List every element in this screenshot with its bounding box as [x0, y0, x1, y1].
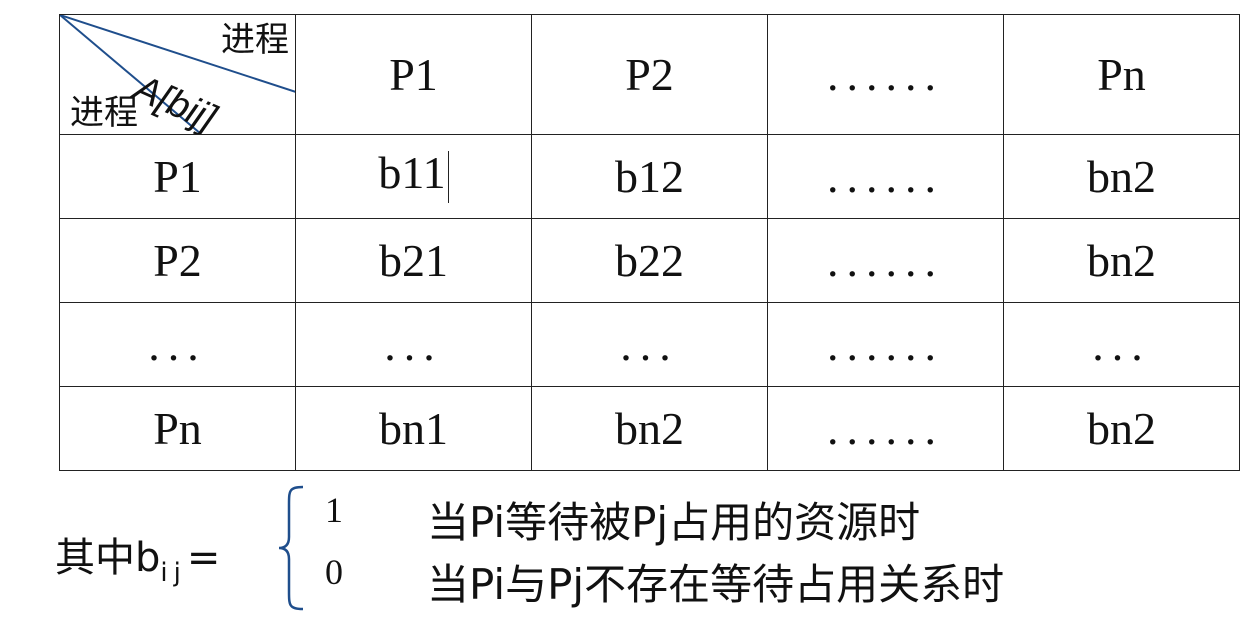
matrix-cell: ......	[767, 134, 1004, 219]
row-header-p1: P1	[59, 134, 296, 219]
text-cursor	[447, 151, 449, 204]
definition-lead: 其中b	[55, 535, 161, 581]
matrix-cell: bn2	[1003, 386, 1240, 471]
matrix-cell: ......	[767, 218, 1004, 303]
matrix-header-row: 进程 A[bij] 进程 P1 P2 ...... Pn	[59, 14, 1240, 135]
matrix-cell: bn2	[531, 386, 768, 471]
matrix-cell: b21	[295, 218, 532, 303]
left-brace-icon	[278, 485, 304, 611]
column-header-p2: P2	[531, 14, 768, 135]
corner-cell: 进程 A[bij] 进程	[59, 14, 296, 135]
case-value-one: 1	[325, 490, 343, 530]
row-header-pn: Pn	[59, 386, 296, 471]
row-header-p2: P2	[59, 218, 296, 303]
matrix-cell: ......	[767, 386, 1004, 471]
matrix-cell: b12	[531, 134, 768, 219]
case-condition-zero: 当Pi与Pj不存在等待占用关系时	[427, 560, 1005, 609]
case-value-zero: 0	[325, 552, 343, 592]
row-header-ellipsis: ...	[59, 302, 296, 387]
bij-definition: 其中bij= 1 当Pi等待被Pj占用的资源时 0 当Pi与Pj不存在等待占用关…	[55, 483, 1205, 613]
row-process-label: 进程	[70, 93, 138, 133]
column-header-ellipsis: ......	[767, 14, 1004, 135]
matrix-cell: bn2	[1003, 218, 1240, 303]
cell-value: b11	[378, 146, 446, 198]
matrix-cell: bn2	[1003, 134, 1240, 219]
matrix-cell: ......	[767, 302, 1004, 387]
column-process-label: 进程	[221, 20, 289, 60]
matrix-row-p2: P2 b21 b22 ...... bn2	[59, 218, 1240, 303]
resource-wait-matrix: 进程 A[bij] 进程 P1 P2 ...... Pn P1 b11 b12 …	[59, 14, 1240, 471]
matrix-cell: b11	[295, 134, 532, 219]
matrix-cell: ...	[531, 302, 768, 387]
column-header-pn: Pn	[1003, 14, 1240, 135]
matrix-row-ellipsis: ... ... ... ...... ...	[59, 302, 1240, 387]
matrix-row-p1: P1 b11 b12 ...... bn2	[59, 134, 1240, 219]
equals-sign: =	[186, 535, 221, 581]
matrix-cell: ...	[1003, 302, 1240, 387]
matrix-cell: b22	[531, 218, 768, 303]
definition-prefix: 其中bij=	[55, 525, 220, 588]
matrix-cell: ...	[295, 302, 532, 387]
definition-subscript: ij	[160, 558, 187, 588]
column-header-p1: P1	[295, 14, 532, 135]
matrix-cell: bn1	[295, 386, 532, 471]
matrix-row-pn: Pn bn1 bn2 ...... bn2	[59, 386, 1240, 471]
case-condition-one: 当Pi等待被Pj占用的资源时	[427, 498, 921, 547]
